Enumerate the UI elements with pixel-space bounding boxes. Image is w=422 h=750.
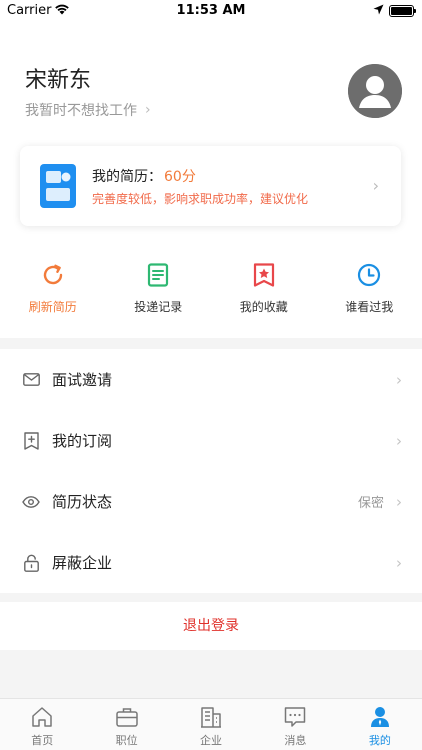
resume-score-line: 我的简历： 60分 (92, 166, 196, 186)
chevron-right-icon: › (396, 431, 402, 450)
chevron-right-icon: › (396, 553, 402, 572)
menu-item-resume-status[interactable]: 简历状态 保密 › (0, 471, 422, 532)
user-name: 宋新东 (25, 68, 92, 93)
tab-label: 消息 (284, 734, 307, 747)
quick-actions: 刷新简历 投递记录 我的收藏 谁看过我 (0, 262, 422, 324)
delivery-record-icon (145, 262, 171, 288)
quick-action-label: 谁看过我 (345, 300, 394, 314)
user-icon (368, 705, 392, 729)
resume-document-icon (40, 164, 76, 212)
default-avatar-icon (348, 64, 402, 118)
lock-icon (22, 554, 40, 572)
quick-action-label: 投递记录 (134, 300, 183, 314)
menu-item-interview-invitations[interactable]: 面试邀请 › (0, 349, 422, 410)
bottom-tab-bar: 首页 职位 企业 消息 我的 (0, 698, 422, 750)
quick-action-viewed-me[interactable]: 谁看过我 (317, 262, 422, 324)
logout-button[interactable]: 退出登录 (0, 602, 422, 650)
favorites-icon (251, 262, 277, 288)
job-status-label: 我暂时不想找工作 (25, 103, 137, 119)
settings-menu: 面试邀请 › 我的订阅 › 简历状态 保密 › 屏蔽企业 › (0, 349, 422, 593)
menu-item-label: 面试邀请 (52, 371, 113, 389)
mail-icon (22, 371, 40, 389)
section-divider (0, 338, 422, 349)
quick-action-label: 我的收藏 (239, 300, 288, 314)
tab-label: 职位 (115, 734, 138, 747)
tab-label: 首页 (31, 734, 54, 747)
tab-jobs[interactable]: 职位 (84, 699, 168, 750)
subscribe-icon (22, 431, 40, 450)
menu-item-label: 我的订阅 (52, 432, 113, 450)
resume-card[interactable]: 我的简历： 60分 完善度较低，影响求职成功率，建议优化 › (20, 146, 401, 226)
chevron-right-icon: › (145, 102, 151, 118)
resume-title: 我的简历： (92, 169, 162, 185)
eye-icon (22, 493, 40, 511)
tab-label: 企业 (200, 734, 223, 747)
clock-icon (356, 262, 382, 288)
chevron-right-icon: › (396, 492, 402, 511)
job-status-row[interactable]: 我暂时不想找工作 › (25, 100, 151, 120)
avatar[interactable] (348, 64, 402, 118)
quick-action-delivery-record[interactable]: 投递记录 (106, 262, 212, 324)
refresh-icon (40, 262, 66, 288)
chevron-right-icon: › (396, 370, 402, 389)
menu-item-label: 屏蔽企业 (52, 554, 113, 572)
tab-me[interactable]: 我的 (338, 699, 422, 750)
section-divider (0, 593, 422, 602)
home-icon (30, 705, 54, 729)
chevron-right-icon: › (372, 176, 379, 195)
resume-score: 60分 (164, 169, 196, 185)
clock-time: 11:53 AM (176, 3, 246, 18)
quick-action-label: 刷新简历 (28, 300, 77, 314)
status-bar: Carrier 11:53 AM (0, 0, 422, 22)
tab-messages[interactable]: 消息 (253, 699, 337, 750)
tab-home[interactable]: 首页 (0, 699, 84, 750)
resume-privacy-value: 保密 (357, 496, 384, 511)
location-arrow-icon (373, 4, 384, 19)
tab-companies[interactable]: 企业 (169, 699, 253, 750)
quick-action-refresh-resume[interactable]: 刷新简历 (0, 262, 106, 324)
menu-item-label: 简历状态 (52, 493, 113, 511)
briefcase-icon (115, 705, 139, 729)
resume-hint: 完善度较低，影响求职成功率，建议优化 (92, 192, 309, 206)
battery-icon (389, 5, 416, 17)
bottom-gray-area (0, 650, 422, 699)
menu-item-subscriptions[interactable]: 我的订阅 › (0, 410, 422, 471)
menu-item-block-companies[interactable]: 屏蔽企业 › (0, 532, 422, 593)
profile-header[interactable]: 宋新东 我暂时不想找工作 › (25, 50, 402, 130)
building-icon (199, 705, 223, 729)
quick-action-favorites[interactable]: 我的收藏 (211, 262, 317, 324)
tab-label: 我的 (368, 734, 391, 747)
message-icon (283, 705, 307, 729)
